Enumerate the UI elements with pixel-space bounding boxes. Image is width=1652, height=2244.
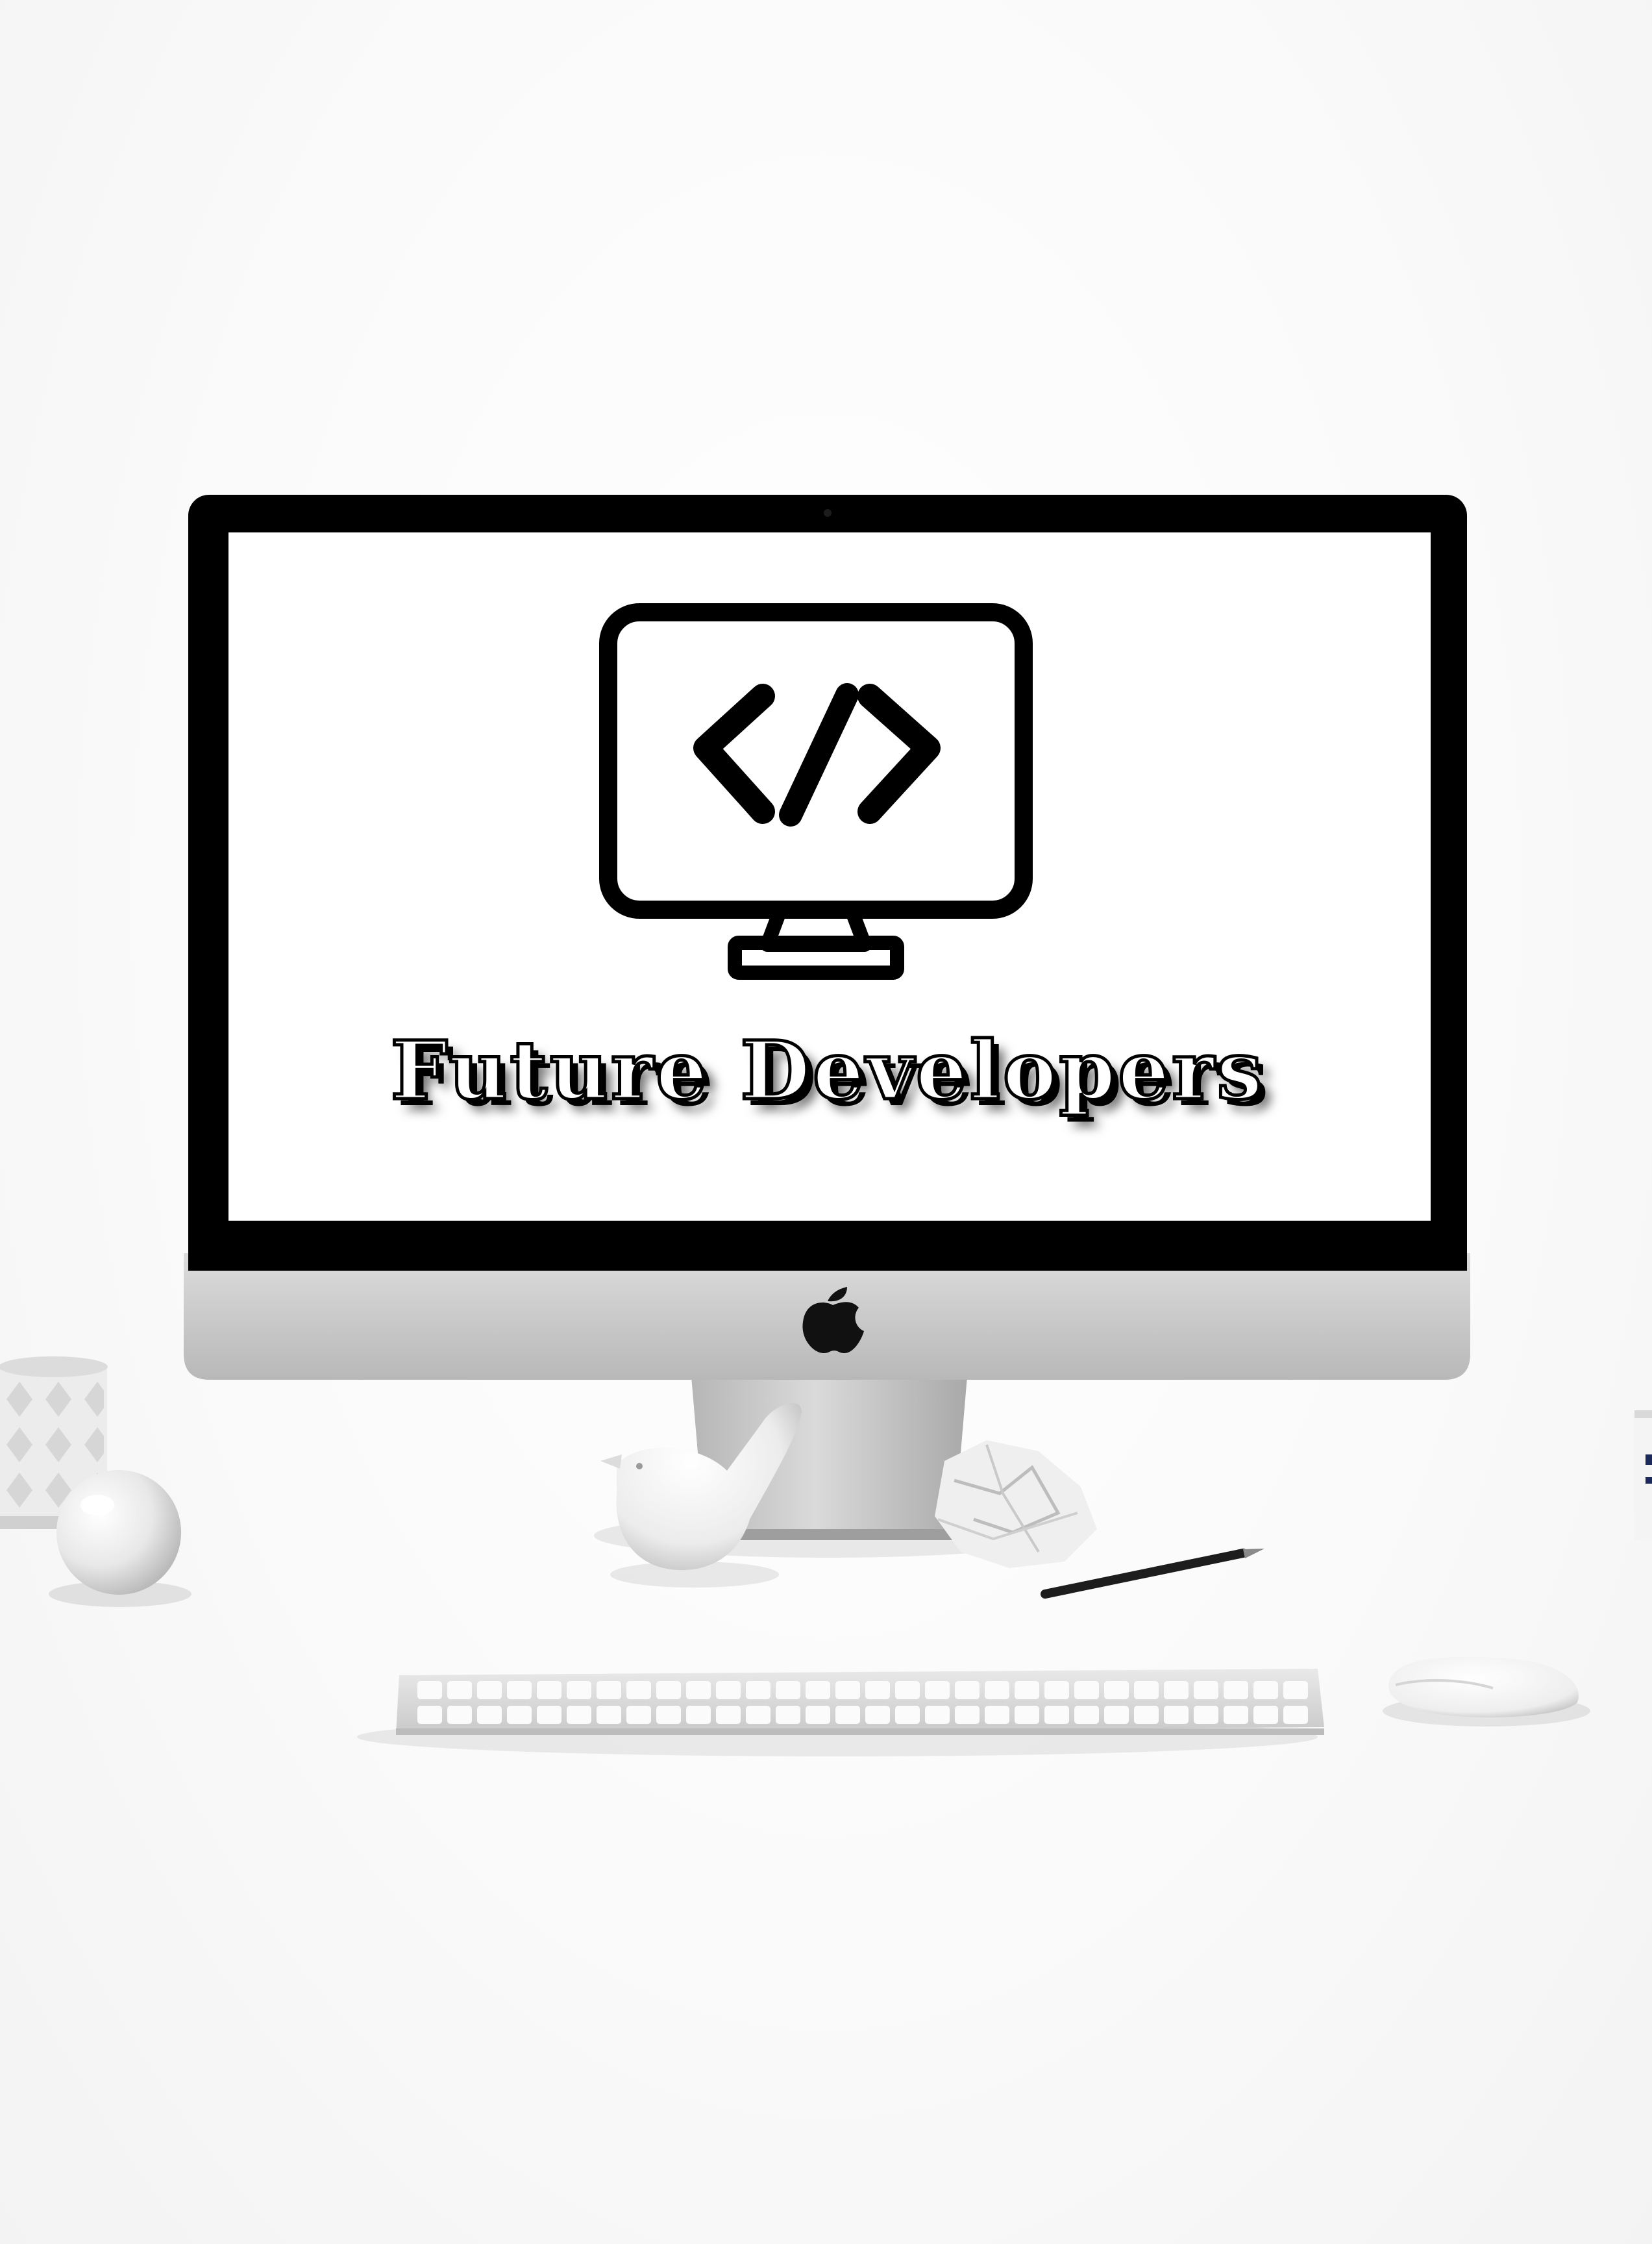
keyboard-icon	[396, 1669, 1324, 1735]
mug-icon	[1634, 1410, 1652, 1540]
desk-scene: Future Developers	[0, 0, 1652, 2244]
pencil-icon	[1041, 1549, 1264, 1599]
crumpled-paper-icon	[935, 1440, 1097, 1568]
mouse-icon	[1388, 1656, 1579, 1717]
sphere-icon	[56, 1470, 181, 1595]
screen-tagline: Future Developers	[389, 1023, 1265, 1120]
scene-illustration	[0, 495, 1652, 1756]
